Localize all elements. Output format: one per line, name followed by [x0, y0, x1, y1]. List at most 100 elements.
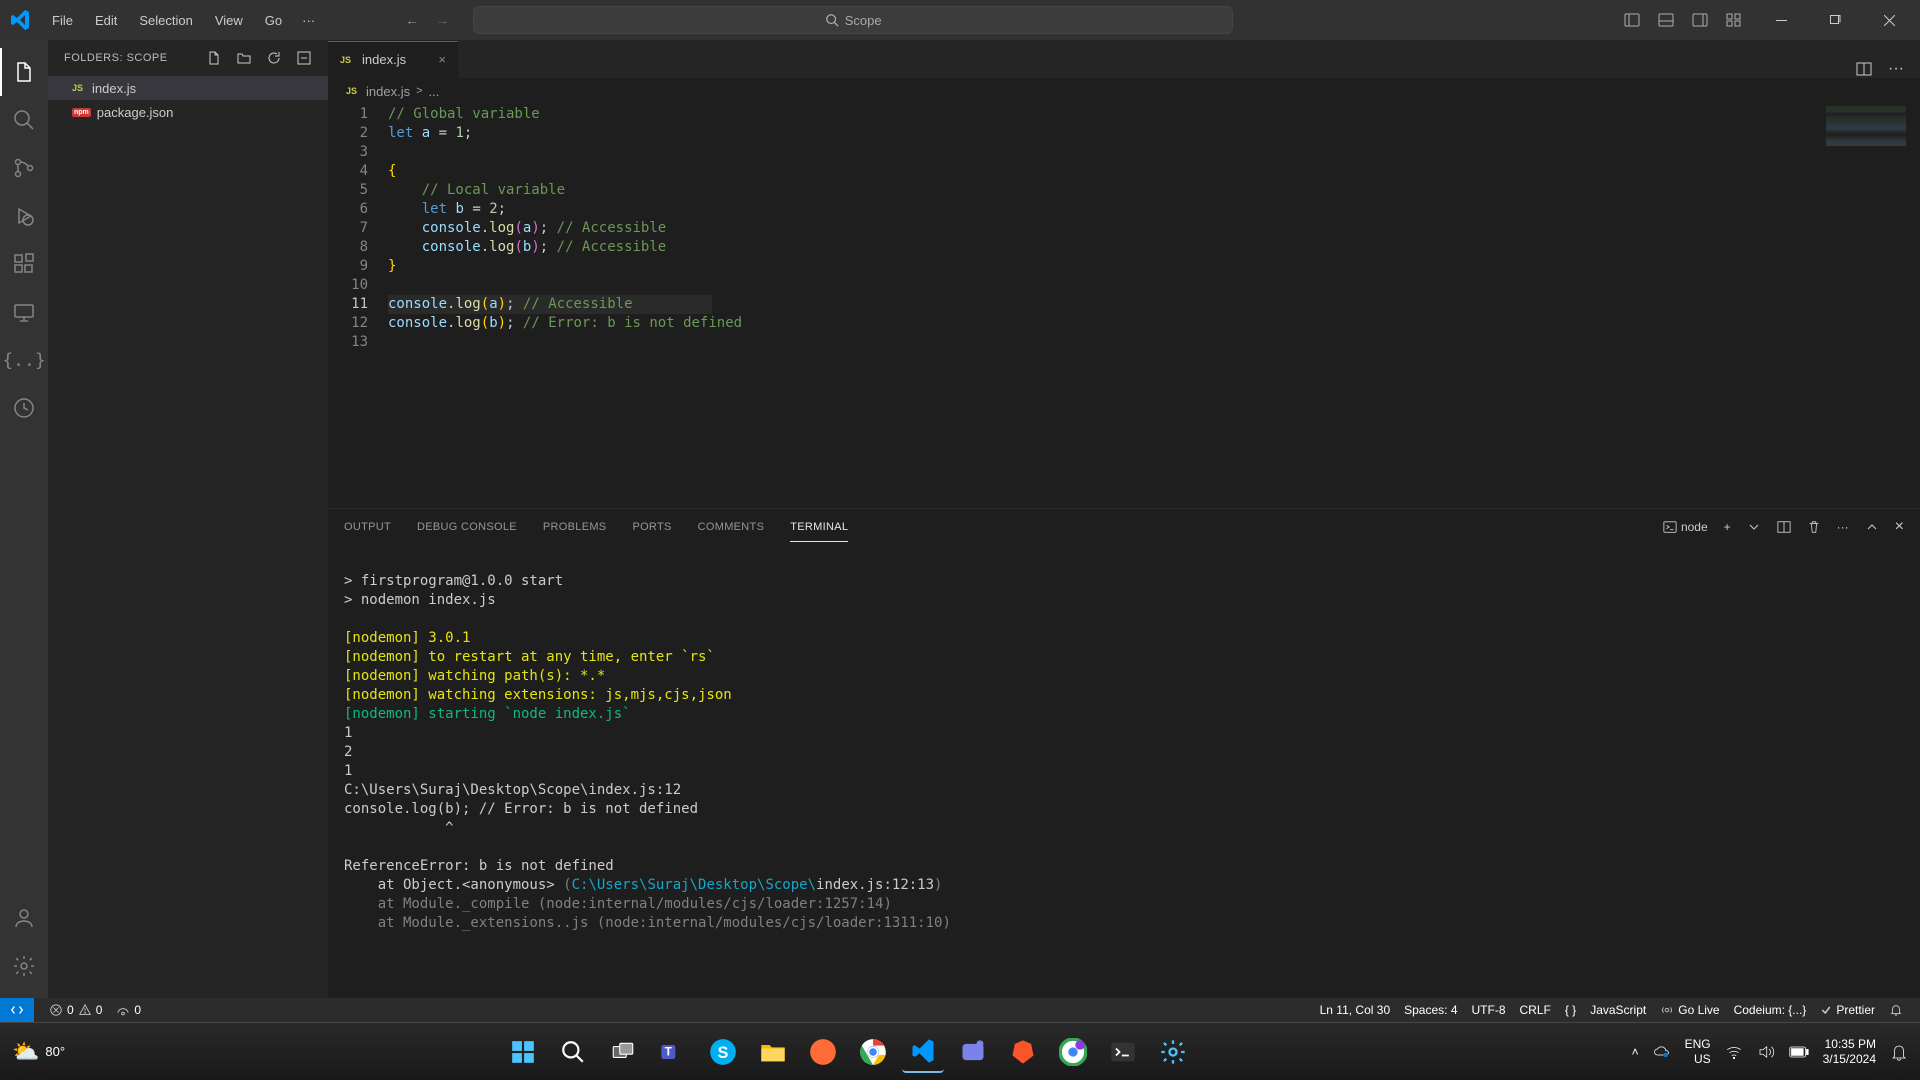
tray-chevron-icon[interactable]: ˄ [1632, 1045, 1639, 1059]
terminal-taskbar-icon[interactable] [1102, 1031, 1144, 1073]
status-encoding[interactable]: UTF-8 [1465, 998, 1513, 1022]
minimap[interactable] [1826, 106, 1906, 146]
chrome-dev-icon[interactable] [1052, 1031, 1094, 1073]
terminal-selector[interactable]: node [1663, 520, 1708, 534]
breadcrumbs[interactable]: JS index.js > ... [328, 78, 1920, 104]
collapse-icon[interactable] [296, 50, 312, 66]
new-file-icon[interactable] [206, 50, 222, 66]
activity-bottom [0, 894, 48, 990]
nav-forward-icon[interactable]: → [435, 12, 449, 28]
new-terminal-icon[interactable]: + [1724, 520, 1731, 534]
search-icon[interactable] [552, 1031, 594, 1073]
menu-file[interactable]: File [42, 7, 83, 34]
panel-tab-problems[interactable]: PROBLEMS [543, 513, 607, 541]
chrome-icon[interactable] [852, 1031, 894, 1073]
refresh-icon[interactable] [266, 50, 282, 66]
tab-close-icon[interactable]: × [438, 52, 446, 67]
split-terminal-icon[interactable] [1777, 520, 1791, 534]
activity-account-icon[interactable] [0, 894, 48, 942]
activity-scm-icon[interactable] [0, 144, 48, 192]
panel-tab-comments[interactable]: COMMENTS [698, 513, 765, 541]
teams-icon[interactable]: T [652, 1031, 694, 1073]
nav-back-icon[interactable]: ← [405, 12, 419, 28]
ports-count: 0 [134, 1003, 141, 1017]
window-maximize-icon[interactable] [1812, 0, 1858, 40]
tab-index-js[interactable]: JS index.js × [328, 40, 458, 78]
start-icon[interactable] [502, 1031, 544, 1073]
file-item[interactable]: JSindex.js [48, 76, 328, 100]
weather-temp: 80° [45, 1044, 65, 1059]
activity-remote-icon[interactable] [0, 288, 48, 336]
menu-view[interactable]: View [205, 7, 253, 34]
status-prettier[interactable]: Prettier [1813, 998, 1882, 1022]
trash-icon[interactable] [1807, 520, 1821, 534]
panel-tab-terminal[interactable]: TERMINAL [790, 513, 848, 542]
layout-sidebar-left-icon[interactable] [1624, 12, 1640, 28]
volume-icon[interactable] [1757, 1043, 1775, 1061]
settings-taskbar-icon[interactable] [1152, 1031, 1194, 1073]
editor-more-icon[interactable]: ··· [1888, 60, 1904, 78]
layout-sidebar-right-icon[interactable] [1692, 12, 1708, 28]
teams-alt-icon[interactable] [952, 1031, 994, 1073]
battery-icon[interactable] [1789, 1045, 1809, 1059]
command-center-search[interactable]: Scope [473, 6, 1233, 34]
activity-settings-icon[interactable] [0, 942, 48, 990]
menu-more-icon[interactable]: ··· [292, 7, 325, 34]
status-ports[interactable]: 0 [109, 998, 148, 1022]
activity-debug-icon[interactable] [0, 192, 48, 240]
panel-more-icon[interactable]: ··· [1837, 520, 1849, 534]
notifications-icon[interactable] [1890, 1043, 1908, 1061]
editor-area: JS index.js × ··· JS index.js > ... 1234… [328, 40, 1920, 998]
status-cursor[interactable]: Ln 11, Col 30 [1313, 998, 1398, 1022]
terminal-icon [1663, 520, 1677, 534]
layout-controls [1624, 12, 1742, 28]
activity-extensions-icon[interactable] [0, 240, 48, 288]
status-indent[interactable]: Spaces: 4 [1397, 998, 1464, 1022]
remote-indicator-icon[interactable] [0, 998, 34, 1022]
tray-clock[interactable]: 10:35 PM 3/15/2024 [1823, 1037, 1876, 1067]
status-golive[interactable]: Go Live [1653, 998, 1726, 1022]
explorer-icon[interactable] [752, 1031, 794, 1073]
tabs-bar: JS index.js × ··· [328, 40, 1920, 78]
editor-content[interactable]: 12345678910111213 // Global variablelet … [328, 104, 1920, 508]
split-editor-icon[interactable] [1856, 61, 1872, 77]
window-close-icon[interactable] [1866, 0, 1912, 40]
status-codeium[interactable]: Codeium: {...} [1727, 998, 1814, 1022]
panel-tab-debug-console[interactable]: DEBUG CONSOLE [417, 513, 517, 541]
menu-edit[interactable]: Edit [85, 7, 127, 34]
activity-timeline-icon[interactable] [0, 384, 48, 432]
vscode-taskbar-icon[interactable] [902, 1031, 944, 1073]
panel-tab-ports[interactable]: PORTS [632, 513, 671, 541]
activity-explorer-icon[interactable] [0, 48, 48, 96]
status-language[interactable]: JavaScript [1583, 998, 1653, 1022]
menu-go[interactable]: Go [255, 7, 292, 34]
activity-search-icon[interactable] [0, 96, 48, 144]
postman-icon[interactable] [802, 1031, 844, 1073]
chevron-up-icon[interactable] [1865, 522, 1879, 532]
layout-panel-icon[interactable] [1658, 12, 1674, 28]
taskbar-weather[interactable]: ⛅ 80° [12, 1039, 65, 1065]
panel-tab-output[interactable]: OUTPUT [344, 513, 391, 541]
menu-selection[interactable]: Selection [129, 7, 202, 34]
status-bell-icon[interactable] [1882, 998, 1910, 1022]
new-folder-icon[interactable] [236, 50, 252, 66]
activity-json-icon[interactable]: {..} [0, 336, 48, 384]
gutter: 12345678910111213 [328, 104, 388, 508]
panel-close-icon[interactable]: × [1895, 518, 1904, 536]
file-item[interactable]: npmpackage.json [48, 100, 328, 124]
task-view-icon[interactable] [602, 1031, 644, 1073]
tray-language[interactable]: ENG US [1685, 1037, 1711, 1067]
code-text[interactable]: // Global variablelet a = 1; { // Local … [388, 104, 742, 508]
window-minimize-icon[interactable] [1758, 0, 1804, 40]
status-eol[interactable]: CRLF [1513, 998, 1558, 1022]
status-problems[interactable]: 0 0 [42, 998, 109, 1022]
wifi-icon[interactable] [1725, 1043, 1743, 1061]
brave-icon[interactable] [1002, 1031, 1044, 1073]
status-bracket[interactable]: { } [1558, 998, 1583, 1022]
skype-icon[interactable]: S [702, 1031, 744, 1073]
title-bar: FileEditSelectionViewGo ··· ← → Scope [0, 0, 1920, 40]
terminal-output[interactable]: > firstprogram@1.0.0 start > nodemon ind… [328, 545, 1920, 998]
onedrive-icon[interactable] [1653, 1043, 1671, 1061]
layout-customize-icon[interactable] [1726, 12, 1742, 28]
chevron-down-icon[interactable] [1747, 522, 1761, 532]
